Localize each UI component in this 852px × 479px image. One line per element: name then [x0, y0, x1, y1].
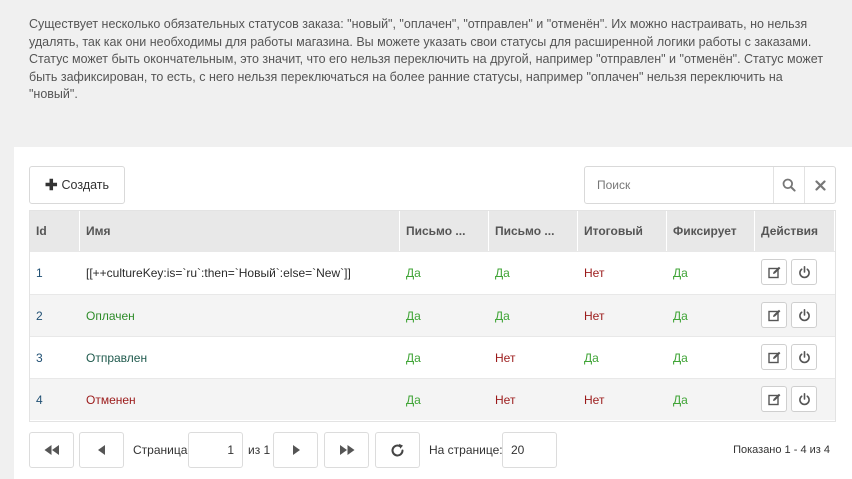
cell-mail-2: Да	[495, 308, 510, 323]
last-page-button[interactable]	[324, 432, 369, 468]
table-row[interactable]: 4 Отменен Да Нет Нет Да	[30, 378, 835, 420]
cell-final: Нет	[584, 308, 605, 323]
edit-button[interactable]	[761, 344, 787, 370]
statuses-table: Id Имя Письмо ... Письмо ... Итоговый Фи…	[29, 210, 836, 422]
column-header-mail-2[interactable]: Письмо ...	[489, 211, 578, 251]
cell-final: Нет	[584, 266, 605, 280]
cell-mail-1: Да	[406, 392, 421, 407]
edit-icon	[767, 351, 780, 363]
table-header: Id Имя Письмо ... Письмо ... Итоговый Фи…	[30, 211, 835, 251]
search-icon	[782, 178, 796, 192]
cell-mail-2: Да	[495, 266, 510, 280]
table-row[interactable]: 3 Отправлен Да Нет Да Да	[30, 336, 835, 378]
table-row[interactable]: 2 Оплачен Да Да Нет Да	[30, 294, 835, 336]
cell-mail-2: Нет	[495, 392, 516, 407]
edit-button[interactable]	[761, 386, 787, 412]
cell-fixes: Да	[673, 266, 688, 280]
table-row[interactable]: 1 [[++cultureKey:is=`ru`:then=`Новый`:el…	[30, 251, 835, 294]
page-number-input[interactable]	[188, 432, 243, 468]
cell-mail-1: Да	[406, 266, 421, 280]
cell-name: Оплачен	[86, 308, 135, 323]
toggle-button[interactable]	[791, 302, 817, 328]
cell-fixes: Да	[673, 308, 688, 323]
cell-final: Да	[584, 350, 599, 365]
records-shown-text: Показано 1 - 4 из 4	[733, 444, 830, 456]
cell-name: Отменен	[86, 392, 136, 407]
statuses-panel: ✚ Создать Id Имя Письмо ... Письмо ... И…	[14, 147, 852, 479]
next-page-button[interactable]	[273, 432, 318, 468]
cell-mail-2: Нет	[495, 350, 516, 365]
edit-icon	[767, 309, 780, 321]
next-page-icon	[292, 445, 300, 455]
power-icon	[798, 350, 810, 363]
cell-mail-1: Да	[406, 308, 421, 323]
cell-actions	[755, 295, 835, 336]
cell-name: [[++cultureKey:is=`ru`:then=`Новый`:else…	[86, 266, 351, 280]
power-icon	[798, 265, 810, 278]
cell-name: Отправлен	[86, 350, 148, 365]
column-header-name[interactable]: Имя	[80, 211, 400, 251]
plus-icon: ✚	[44, 176, 58, 194]
cell-id: 1	[36, 266, 43, 280]
cell-final: Нет	[584, 392, 605, 407]
refresh-icon	[391, 443, 404, 456]
first-page-icon	[44, 445, 59, 455]
edit-icon	[767, 393, 780, 405]
page-total-label: из 1	[248, 443, 271, 457]
column-header-actions: Действия	[755, 211, 835, 251]
column-header-mail-1[interactable]: Письмо ...	[400, 211, 489, 251]
create-button[interactable]: ✚ Создать	[29, 166, 125, 204]
cell-actions	[755, 252, 835, 294]
close-icon	[815, 179, 826, 191]
edit-button[interactable]	[761, 302, 787, 328]
search-button[interactable]	[773, 167, 804, 203]
cell-id: 4	[36, 392, 43, 407]
clear-search-button[interactable]	[804, 167, 836, 203]
cell-fixes: Да	[673, 350, 688, 365]
first-page-button[interactable]	[29, 432, 74, 468]
power-icon	[798, 392, 810, 405]
prev-page-button[interactable]	[79, 432, 124, 468]
info-paragraph-2: Статус может быть окончательным, это зна…	[29, 52, 824, 101]
prev-page-icon	[97, 445, 105, 455]
column-header-final[interactable]: Итоговый	[578, 211, 667, 251]
cell-actions	[755, 337, 835, 378]
cell-id: 3	[36, 350, 43, 365]
search-input[interactable]	[585, 167, 773, 203]
toggle-button[interactable]	[791, 259, 817, 285]
per-page-input[interactable]	[502, 432, 557, 468]
create-button-label: Создать	[61, 178, 110, 192]
refresh-button[interactable]	[375, 432, 420, 468]
info-box: Существует несколько обязательных статус…	[0, 0, 852, 147]
last-page-icon	[339, 445, 354, 455]
cell-fixes: Да	[673, 392, 688, 407]
search-box	[584, 166, 836, 204]
toggle-button[interactable]	[791, 386, 817, 412]
cell-actions	[755, 379, 835, 420]
page-label: Страница	[133, 443, 188, 457]
per-page-label: На странице:	[429, 443, 503, 457]
edit-icon	[767, 266, 780, 278]
power-icon	[798, 308, 810, 321]
column-header-id[interactable]: Id	[30, 211, 80, 251]
edit-button[interactable]	[761, 259, 787, 285]
toggle-button[interactable]	[791, 344, 817, 370]
info-paragraph-1: Существует несколько обязательных статус…	[29, 17, 812, 49]
column-header-fixes[interactable]: Фиксирует	[667, 211, 755, 251]
cell-id: 2	[36, 308, 43, 323]
cell-mail-1: Да	[406, 350, 421, 365]
